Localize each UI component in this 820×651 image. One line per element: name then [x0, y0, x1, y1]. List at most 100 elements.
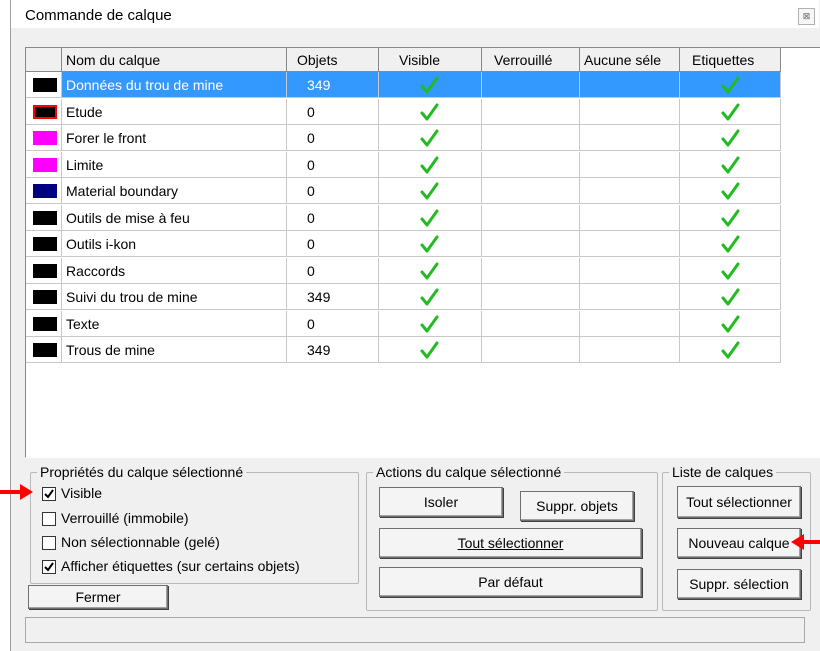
layer-color-cell[interactable] — [26, 178, 62, 204]
layer-color-cell[interactable] — [26, 204, 62, 231]
visible-cell[interactable] — [379, 98, 482, 125]
layer-name-cell[interactable]: Material boundary — [62, 178, 287, 204]
header-nonselectable[interactable]: Aucune séle — [580, 48, 680, 72]
nonselectable-cell[interactable] — [580, 72, 680, 98]
table-row[interactable]: Outils i-kon 0 — [26, 231, 781, 257]
table-row[interactable]: Etude 0 — [26, 98, 781, 125]
layer-color-swatch[interactable] — [33, 237, 57, 251]
visible-cell[interactable] — [379, 151, 482, 178]
visible-cell[interactable] — [379, 310, 482, 337]
nonselectable-cell[interactable] — [580, 310, 680, 337]
locked-cell[interactable] — [482, 98, 580, 125]
labels-cell[interactable] — [680, 72, 781, 98]
table-row[interactable]: Données du trou de mine 349 — [26, 72, 781, 98]
labels-cell[interactable] — [680, 151, 781, 178]
table-row[interactable]: Texte 0 — [26, 310, 781, 337]
layer-color-cell[interactable] — [26, 72, 62, 98]
labels-cell[interactable] — [680, 125, 781, 151]
locked-cell[interactable] — [482, 337, 580, 363]
layer-color-swatch[interactable] — [33, 263, 57, 278]
layer-name-cell[interactable]: Suivi du trou de mine — [62, 284, 287, 310]
layer-color-cell[interactable] — [26, 337, 62, 363]
locked-cell[interactable] — [482, 284, 580, 310]
table-row[interactable]: Raccords 0 — [26, 257, 781, 284]
layer-color-cell[interactable] — [26, 125, 62, 151]
isolate-button[interactable]: Isoler — [379, 487, 503, 517]
table-row[interactable]: Outils de mise à feu 0 — [26, 204, 781, 231]
locked-cell[interactable] — [482, 257, 580, 284]
table-row[interactable]: Limite 0 — [26, 151, 781, 178]
locked-cell[interactable] — [482, 151, 580, 178]
layer-color-swatch[interactable] — [33, 78, 57, 92]
show-labels-checkbox[interactable] — [42, 560, 56, 574]
layer-color-cell[interactable] — [26, 151, 62, 178]
visible-cell[interactable] — [379, 337, 482, 363]
nonselectable-cell[interactable] — [580, 337, 680, 363]
nonselectable-cell[interactable] — [580, 284, 680, 310]
labels-cell[interactable] — [680, 337, 781, 363]
visible-cell[interactable] — [379, 204, 482, 231]
nonselectable-cell[interactable] — [580, 231, 680, 257]
visible-cell[interactable] — [379, 284, 482, 310]
layer-name-cell[interactable]: Trous de mine — [62, 337, 287, 363]
table-row[interactable]: Forer le front 0 — [26, 125, 781, 151]
layer-name-cell[interactable]: Données du trou de mine — [62, 72, 287, 98]
default-button[interactable]: Par défaut — [379, 567, 642, 597]
layer-color-cell[interactable] — [26, 257, 62, 284]
locked-cell[interactable] — [482, 204, 580, 231]
locked-checkbox[interactable] — [42, 512, 56, 526]
layer-color-swatch[interactable] — [33, 210, 57, 225]
nonselectable-cell[interactable] — [580, 125, 680, 151]
layer-color-cell[interactable] — [26, 310, 62, 337]
layer-color-swatch[interactable] — [33, 104, 57, 119]
table-row[interactable]: Suivi du trou de mine 349 — [26, 284, 781, 310]
layer-name-cell[interactable]: Texte — [62, 310, 287, 337]
table-row[interactable]: Trous de mine 349 — [26, 337, 781, 363]
labels-cell[interactable] — [680, 310, 781, 337]
nonselectable-cell[interactable] — [580, 178, 680, 204]
select-all-objects-button[interactable]: Tout sélectionner — [379, 528, 642, 558]
layer-name-cell[interactable]: Outils i-kon — [62, 231, 287, 257]
locked-cell[interactable] — [482, 231, 580, 257]
visible-cell[interactable] — [379, 231, 482, 257]
table-row[interactable]: Material boundary 0 — [26, 178, 781, 204]
visible-checkbox[interactable] — [42, 487, 56, 501]
close-button[interactable]: Fermer — [28, 585, 168, 609]
layer-name-cell[interactable]: Outils de mise à feu — [62, 204, 287, 231]
layer-color-cell[interactable] — [26, 284, 62, 310]
labels-cell[interactable] — [680, 257, 781, 284]
labels-cell[interactable] — [680, 204, 781, 231]
visible-cell[interactable] — [379, 257, 482, 284]
layer-color-swatch[interactable] — [33, 290, 57, 304]
layer-name-cell[interactable]: Raccords — [62, 257, 287, 284]
visible-cell[interactable] — [379, 72, 482, 98]
labels-cell[interactable] — [680, 98, 781, 125]
layer-color-swatch[interactable] — [33, 131, 57, 145]
header-locked[interactable]: Verrouillé — [482, 48, 580, 72]
header-objects[interactable]: Objets — [287, 48, 379, 72]
close-icon[interactable]: ⊠ — [798, 8, 815, 25]
delete-selection-button[interactable]: Suppr. sélection — [677, 569, 801, 599]
layer-color-cell[interactable] — [26, 231, 62, 257]
nonselectable-checkbox[interactable] — [42, 536, 56, 550]
new-layer-button[interactable]: Nouveau calque — [677, 528, 801, 558]
nonselectable-cell[interactable] — [580, 204, 680, 231]
header-visible[interactable]: Visible — [379, 48, 482, 72]
locked-cell[interactable] — [482, 125, 580, 151]
visible-cell[interactable] — [379, 125, 482, 151]
header-name[interactable]: Nom du calque — [62, 48, 287, 72]
nonselectable-cell[interactable] — [580, 257, 680, 284]
labels-cell[interactable] — [680, 231, 781, 257]
layer-color-swatch[interactable] — [33, 343, 57, 357]
locked-cell[interactable] — [482, 310, 580, 337]
visible-cell[interactable] — [379, 178, 482, 204]
locked-cell[interactable] — [482, 72, 580, 98]
layer-name-cell[interactable]: Etude — [62, 98, 287, 125]
labels-cell[interactable] — [680, 284, 781, 310]
layer-color-swatch[interactable] — [33, 316, 57, 331]
nonselectable-cell[interactable] — [580, 98, 680, 125]
layer-color-swatch[interactable] — [33, 157, 57, 172]
layer-name-cell[interactable]: Limite — [62, 151, 287, 178]
layer-name-cell[interactable]: Forer le front — [62, 125, 287, 151]
select-all-layers-button[interactable]: Tout sélectionner — [677, 486, 801, 518]
